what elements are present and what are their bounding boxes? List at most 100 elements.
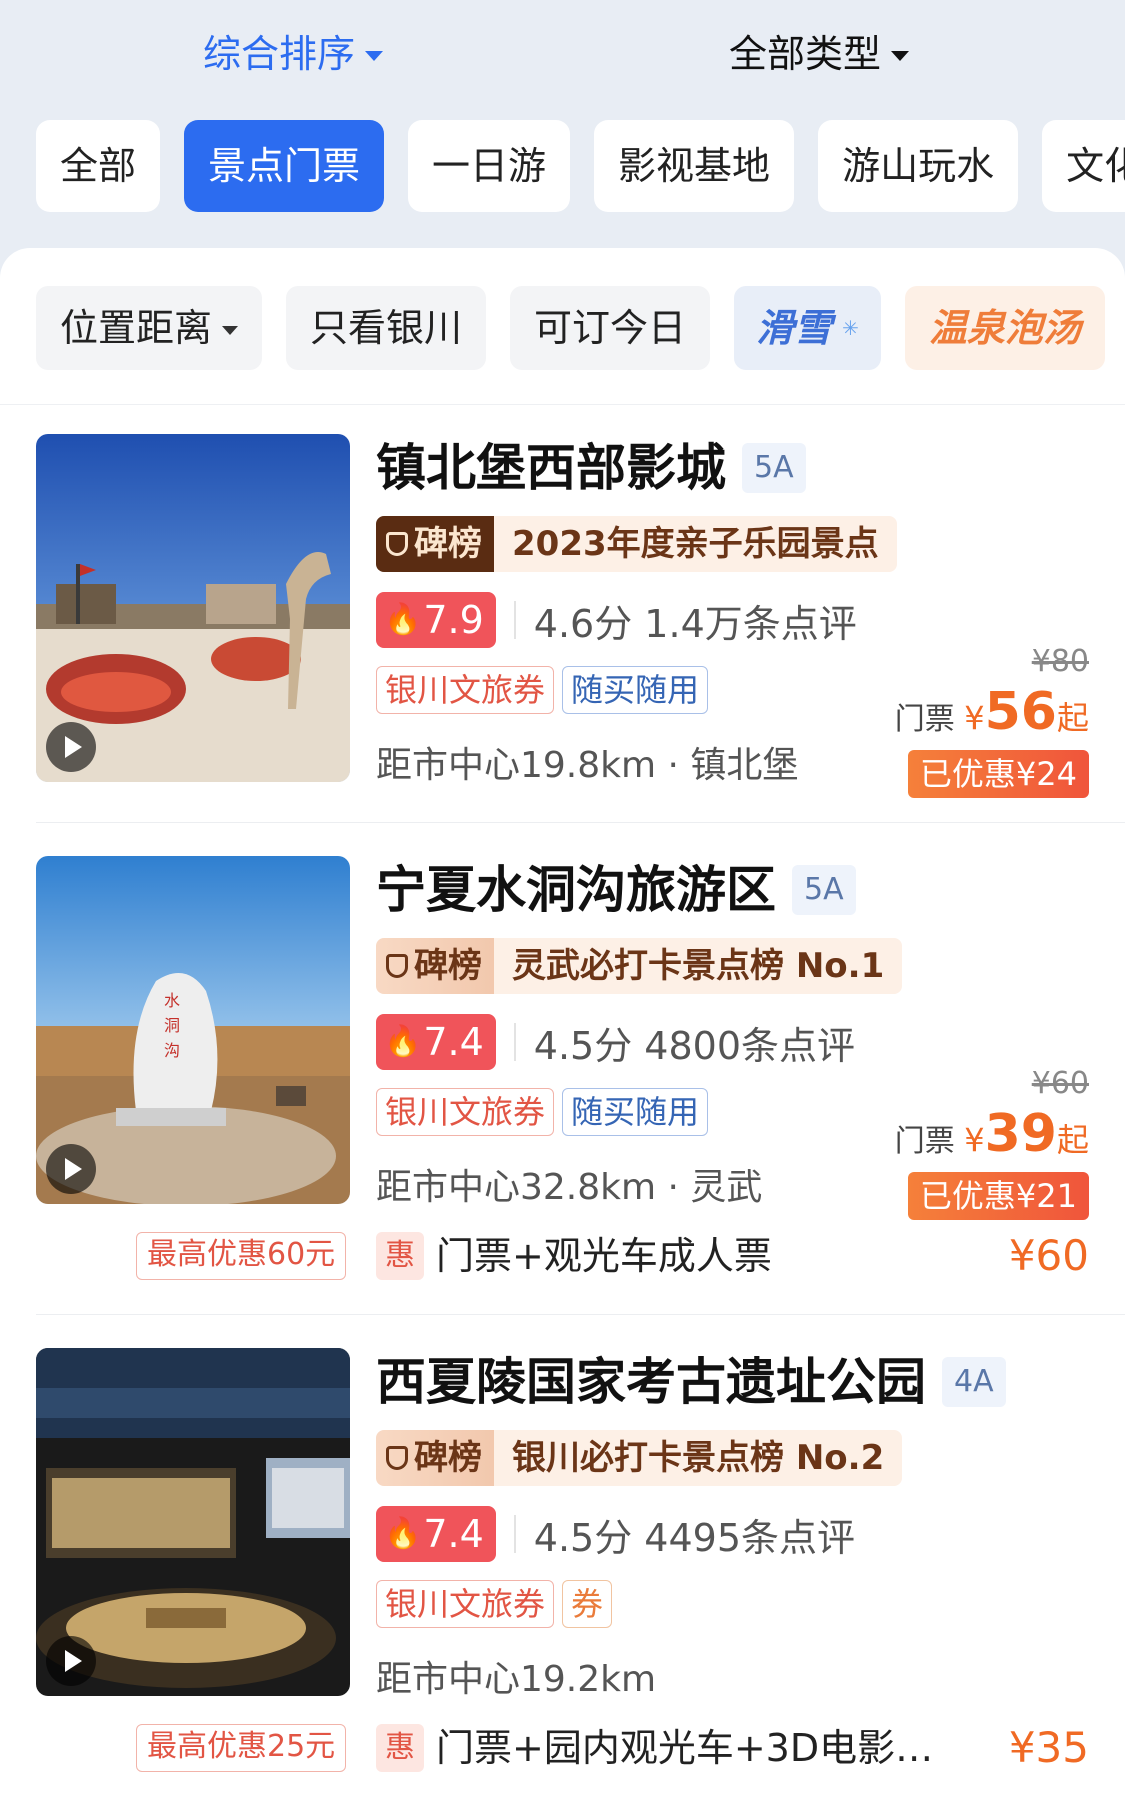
rank-tag-label: 碑榜 — [414, 946, 482, 986]
level-badge: 4A — [942, 1357, 1006, 1407]
flexible-tag: 随买随用 — [562, 666, 709, 714]
voucher-tag: 银川文旅券 — [376, 666, 555, 714]
tab-mountain-water[interactable]: 游山玩水 — [818, 120, 1019, 212]
level-badge: 5A — [792, 865, 856, 915]
score-row: 🔥 7.4 4.5分 4800条点评 — [376, 1014, 855, 1070]
review-summary: 4.5分 4800条点评 — [533, 1023, 856, 1068]
flame-icon: 🔥 — [384, 602, 422, 637]
sort-label: 综合排序 — [203, 32, 356, 76]
divider — [36, 1314, 1125, 1315]
results-sheet: 位置距离 只看银川 可订今日 滑雪 ✳ 温泉泡汤 镇北堡西部影城 5A 碑榜 2… — [0, 248, 1125, 1793]
heat-score: 🔥 7.4 — [376, 1014, 496, 1070]
rank-tag-label: 碑榜 — [414, 1438, 482, 1478]
flame-icon: 🔥 — [384, 1516, 422, 1551]
tab-day-tour[interactable]: 一日游 — [408, 120, 571, 212]
package-row[interactable]: 最高优惠25元 惠 门票+园内观光车+3D电影+博物馆 ¥35 — [0, 1723, 1125, 1784]
distance-filter-label: 位置距离 — [60, 306, 213, 350]
package-price: ¥60 — [1008, 1231, 1089, 1280]
current-price: 门票 ¥56起 — [869, 682, 1089, 750]
rank-text: 灵武必打卡景点榜 No.1 — [494, 938, 903, 994]
rank-text: 2023年度亲子乐园景点 — [494, 516, 897, 572]
attraction-name[interactable]: 镇北堡西部影城 — [376, 436, 726, 500]
discount-badge: 已优惠¥24 — [907, 750, 1089, 798]
yinchuan-only-filter[interactable]: 只看银川 — [286, 286, 487, 370]
tag-list: 银川文旅券 随买随用 — [376, 1088, 709, 1136]
rank-badge[interactable]: 碑榜 2023年度亲子乐园景点 — [376, 516, 897, 572]
discount-icon: 惠 — [376, 1232, 424, 1280]
divider — [513, 1023, 516, 1061]
distance-text: 距市中心19.8km · 镇北堡 — [376, 745, 799, 786]
thumbnail-image[interactable] — [36, 434, 350, 782]
rank-tag-label: 碑榜 — [414, 524, 482, 564]
sort-dropdown[interactable]: 综合排序 — [203, 26, 384, 82]
hot-spring-filter[interactable]: 温泉泡汤 — [904, 286, 1105, 370]
play-icon[interactable] — [46, 1636, 96, 1686]
price-value: 56 — [984, 682, 1057, 742]
rank-badge[interactable]: 碑榜 银川必打卡景点榜 No.2 — [376, 1430, 903, 1486]
distance-filter[interactable]: 位置距离 — [36, 286, 263, 370]
tab-all[interactable]: 全部 — [36, 120, 161, 212]
attraction-name[interactable]: 西夏陵国家考古遗址公园 — [376, 1350, 926, 1414]
thumbnail-image[interactable] — [36, 1348, 350, 1696]
rank-badge[interactable]: 碑榜 灵武必打卡景点榜 No.1 — [376, 938, 903, 994]
title-row: 镇北堡西部影城 5A — [376, 436, 806, 500]
distance-text: 距市中心19.2km — [376, 1659, 657, 1700]
snowflake-icon: ✳ — [842, 316, 859, 340]
svg-text:沟: 沟 — [164, 1041, 180, 1060]
voucher-tag: 银川文旅券 — [376, 1088, 555, 1136]
tag-list: 银川文旅券 券 — [376, 1580, 613, 1628]
bookable-today-filter[interactable]: 可订今日 — [510, 286, 711, 370]
review-summary: 4.6分 1.4万条点评 — [533, 601, 857, 646]
flexible-tag: 随买随用 — [562, 1088, 709, 1136]
type-label: 全部类型 — [729, 32, 882, 76]
current-price: 门票 ¥39起 — [869, 1104, 1089, 1172]
thumbnail-image[interactable]: 水 洞 沟 — [36, 856, 350, 1204]
price-suffix: 起 — [1056, 1121, 1089, 1159]
flame-icon: 🔥 — [384, 1024, 422, 1059]
original-price: ¥60 — [1031, 1066, 1089, 1101]
rank-tag: 碑榜 — [376, 516, 494, 572]
distance-text: 距市中心32.8km · 灵武 — [376, 1167, 763, 1208]
chevron-down-icon — [222, 325, 239, 335]
tab-culture[interactable]: 文化古迹 — [1042, 120, 1125, 212]
sort-bar: 综合排序 全部类型 — [0, 0, 1125, 108]
ticket-label: 门票 — [894, 1124, 955, 1159]
score-row: 🔥 7.9 4.6分 1.4万条点评 — [376, 592, 857, 648]
tag-list: 银川文旅券 随买随用 — [376, 666, 709, 714]
rank-text: 银川必打卡景点榜 No.2 — [494, 1430, 903, 1486]
package-price: ¥35 — [1008, 1723, 1089, 1772]
heat-value: 7.4 — [423, 1512, 484, 1556]
original-price: ¥80 — [1031, 644, 1089, 679]
package-row[interactable]: 最高优惠60元 惠 门票+观光车成人票 ¥60 — [0, 1231, 1125, 1292]
price-suffix: 起 — [1056, 699, 1089, 737]
heat-score: 🔥 7.4 — [376, 1506, 496, 1562]
review-summary: 4.5分 4495条点评 — [533, 1515, 856, 1560]
shield-icon — [386, 1446, 408, 1470]
ski-filter-label: 滑雪 — [756, 306, 833, 350]
ticket-label: 门票 — [894, 702, 955, 737]
score-row: 🔥 7.4 4.5分 4495条点评 — [376, 1506, 855, 1562]
max-discount-badge: 最高优惠25元 — [136, 1724, 347, 1772]
max-discount-badge: 最高优惠60元 — [136, 1232, 347, 1280]
shield-icon — [386, 954, 408, 978]
discount-icon: 惠 — [376, 1724, 424, 1772]
heat-value: 7.4 — [423, 1020, 484, 1064]
type-dropdown[interactable]: 全部类型 — [729, 26, 910, 82]
filter-bar: 位置距离 只看银川 可订今日 滑雪 ✳ 温泉泡汤 — [36, 286, 1125, 370]
divider — [0, 404, 1125, 405]
attraction-name[interactable]: 宁夏水洞沟旅游区 — [376, 858, 776, 922]
play-icon[interactable] — [46, 1144, 96, 1194]
price-box[interactable]: ¥80 门票 ¥56起 已优惠¥24 — [869, 642, 1089, 798]
heat-value: 7.9 — [423, 598, 484, 642]
coupon-tag: 券 — [562, 1580, 613, 1628]
divider — [513, 601, 516, 639]
svg-text:洞: 洞 — [164, 1016, 180, 1035]
tab-film-base[interactable]: 影视基地 — [594, 120, 795, 212]
title-row: 宁夏水洞沟旅游区 5A — [376, 858, 856, 922]
play-icon[interactable] — [46, 722, 96, 772]
price-value: 39 — [984, 1104, 1057, 1164]
price-box[interactable]: ¥60 门票 ¥39起 已优惠¥21 — [869, 1064, 1089, 1220]
tab-tickets[interactable]: 景点门票 — [184, 120, 385, 212]
ski-filter[interactable]: 滑雪 ✳ — [734, 286, 881, 370]
heat-score: 🔥 7.9 — [376, 592, 496, 648]
